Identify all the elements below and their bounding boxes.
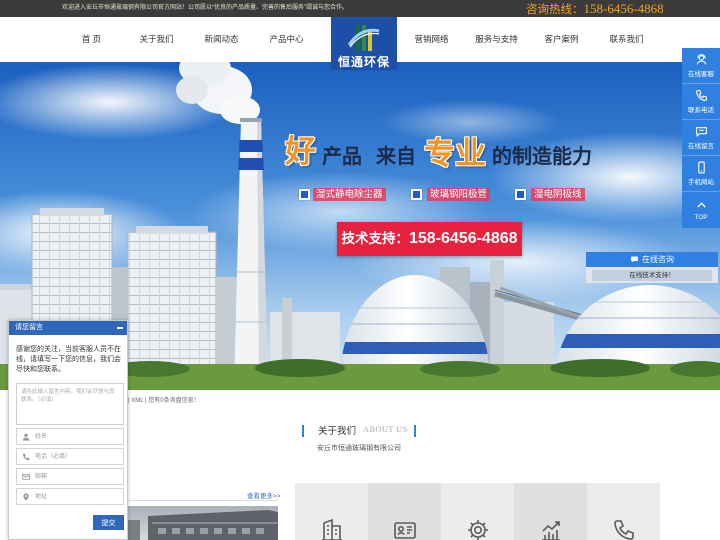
minimize-icon[interactable]	[117, 327, 123, 329]
headset-icon	[696, 54, 706, 65]
nav-left-group: 首 页 关于我们 新闻动态 产品中心	[59, 17, 319, 62]
name-input[interactable]	[35, 430, 121, 443]
chat-intro: 感谢您的关注，当前客服人员不在线，请填写一下您的信息，我们会尽快和您联系。	[16, 346, 121, 373]
building-icon	[321, 518, 342, 540]
mobile-icon	[697, 161, 705, 174]
sidebar-label: 联系电话	[688, 107, 714, 114]
floating-sidebar: 在线客服 联系电话 在线留言 手机网站 TOP	[682, 48, 720, 228]
logo-text: 恒通环保	[337, 55, 390, 69]
chat-header: 请您留言	[9, 321, 127, 335]
phone-field[interactable]	[16, 448, 124, 465]
hotline-label: 咨询热线：	[526, 4, 584, 16]
feature-tile-service[interactable]	[441, 483, 514, 540]
sidebar-item-phone[interactable]: 联系电话	[682, 84, 720, 120]
feature-bullet	[515, 189, 526, 200]
inquiry-strip[interactable]: | XML | 您有0条询盘信息！	[128, 395, 200, 404]
message-icon	[695, 127, 707, 137]
nav-item-about[interactable]: 关于我们	[124, 17, 189, 62]
section-divider	[128, 500, 278, 501]
sidebar-item-top[interactable]: TOP	[682, 192, 720, 228]
sidebar-label: 手机网站	[688, 179, 714, 186]
nav-item-news[interactable]: 新闻动态	[189, 17, 254, 62]
tech-support-number: 158-6456-4868	[408, 230, 518, 247]
chat-icon	[631, 256, 638, 263]
nav-item-cases[interactable]: 客户案例	[529, 17, 594, 62]
sidebar-label: 在线留言	[688, 143, 714, 150]
chart-icon	[541, 521, 560, 540]
address-field[interactable]	[16, 488, 124, 505]
headline-from: 来自	[376, 146, 416, 168]
feature-icon-panel	[295, 483, 660, 540]
location-pin-icon	[23, 493, 29, 501]
consult-header[interactable]: 在线咨询	[586, 252, 718, 267]
nav-item-home[interactable]: 首 页	[59, 17, 124, 62]
online-consult-box: 在线咨询 在线技术支持！	[586, 252, 718, 283]
view-more-link[interactable]: 查看更多>>	[247, 490, 281, 500]
message-textarea[interactable]	[16, 383, 124, 425]
nav-item-network[interactable]: 营销网络	[399, 17, 464, 62]
building-photo	[128, 506, 278, 540]
hotline-number: 158-6456-4868	[583, 1, 664, 16]
sidebar-item-message[interactable]: 在线留言	[682, 120, 720, 156]
phone-input[interactable]	[35, 450, 121, 463]
certificate-icon	[393, 522, 416, 539]
sidebar-item-mobile-site[interactable]: 手机网站	[682, 156, 720, 192]
phone-icon	[695, 90, 707, 101]
nav-right-group: 营销网络 服务与支持 客户案例 联系我们	[399, 17, 659, 62]
phone-icon	[23, 453, 30, 461]
feature-tile-company[interactable]	[295, 483, 368, 540]
company-photo[interactable]	[128, 506, 278, 540]
envelope-icon	[22, 474, 30, 480]
submit-button[interactable]: 提交	[93, 515, 124, 530]
logo-mark-icon	[347, 25, 380, 51]
company-name: 安丘市恒通玻璃钢有限公司	[317, 445, 401, 452]
feature-tile-contact[interactable]	[587, 483, 660, 540]
leave-message-panel: 请您留言 感谢您的关注，当前客服人员不在线，请填写一下您的信息，我们会尽快和您联…	[8, 320, 128, 540]
about-title-en: ABOUT US	[363, 424, 408, 434]
nav-item-products[interactable]: 产品中心	[254, 17, 319, 62]
nav-item-service[interactable]: 服务与支持	[464, 17, 529, 62]
about-title[interactable]: 关于我们	[318, 423, 356, 437]
feature-bullet	[299, 189, 310, 200]
tech-support-box[interactable]: 技术支持：158-6456-4868	[337, 222, 522, 256]
headline-professional: 专业	[424, 136, 486, 171]
feature-tile-growth[interactable]	[514, 483, 587, 540]
sidebar-label: 在线客服	[688, 71, 714, 78]
site-logo[interactable]: 恒通环保	[331, 17, 397, 70]
sidebar-item-online-service[interactable]: 在线客服	[682, 48, 720, 84]
address-input[interactable]	[35, 490, 121, 503]
headline-good: 好	[285, 134, 316, 169]
feature-cathode-wire: 湿电阴极线	[531, 188, 585, 201]
nav-item-contact[interactable]: 联系我们	[594, 17, 659, 62]
about-right-bar	[414, 425, 416, 437]
headline-products: 产品	[322, 146, 362, 168]
arrow-up-icon	[696, 202, 706, 208]
feature-tile-certificate[interactable]	[368, 483, 441, 540]
email-field[interactable]	[16, 468, 124, 485]
feature-wet-esp: 湿式静电除尘器	[313, 188, 386, 201]
welcome-text: 欢迎进入安丘市恒通玻璃钢有限公司官方网站！公司愿以“优良的产品质量、完善的售后服…	[62, 5, 348, 11]
consult-tech-support-button[interactable]: 在线技术支持！	[592, 270, 712, 281]
chimney	[234, 118, 268, 390]
person-icon	[22, 433, 30, 441]
consult-title: 在线咨询	[642, 255, 674, 264]
sidebar-label: TOP	[694, 214, 708, 221]
headline-capability: 的制造能力	[492, 146, 592, 168]
chat-title: 请您留言	[15, 324, 43, 331]
name-field[interactable]	[16, 428, 124, 445]
feature-bullet	[411, 189, 422, 200]
email-input[interactable]	[35, 470, 121, 483]
gear-icon	[467, 520, 488, 540]
phone-icon	[613, 520, 634, 540]
about-left-bar	[302, 425, 304, 437]
feature-frp-anode: 玻璃钢阳极管	[427, 188, 491, 201]
tech-support-label: 技术支持：	[341, 231, 409, 246]
